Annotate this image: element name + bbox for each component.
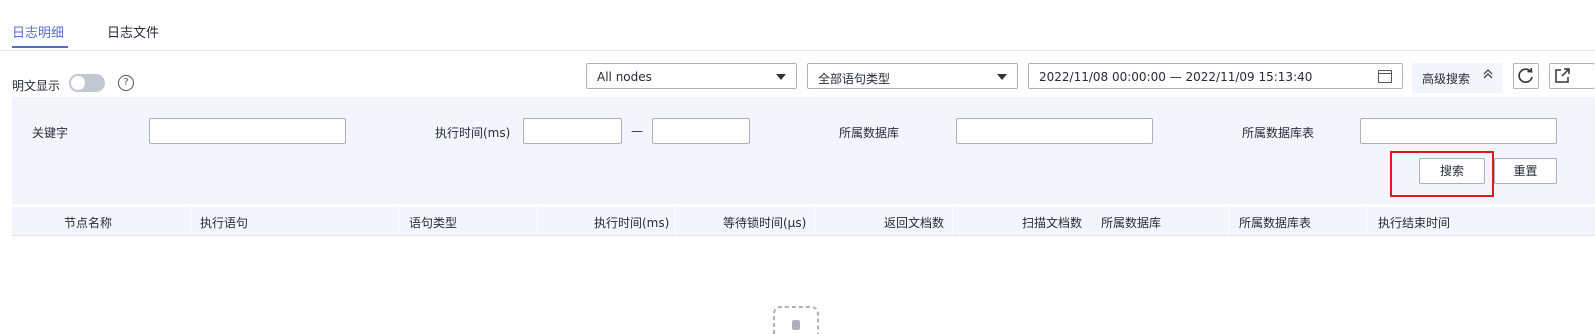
col-statement[interactable]: 执行语句	[200, 214, 248, 231]
reset-button[interactable]: 重置	[1494, 158, 1557, 184]
col-scanned-docs[interactable]: 扫描文档数	[1022, 214, 1082, 231]
column-separator	[814, 207, 815, 235]
keyword-label: 关键字	[32, 126, 69, 140]
column-separator	[398, 207, 399, 235]
column-separator	[537, 207, 538, 235]
time-range-picker[interactable]: 2022/11/08 00:00:00 — 2022/11/09 15:13:4…	[1028, 63, 1403, 89]
col-returned-docs[interactable]: 返回文档数	[884, 214, 944, 231]
chevron-up-icon	[1482, 68, 1494, 81]
statement-type-value: 全部语句类型	[818, 72, 891, 86]
keyword-input[interactable]	[149, 118, 346, 144]
tab-log-details[interactable]: 日志明细	[12, 22, 64, 41]
search-highlight-box	[1390, 151, 1494, 197]
advanced-search-panel	[12, 97, 1595, 204]
database-label: 所属数据库	[839, 126, 900, 140]
column-separator	[1228, 207, 1229, 235]
col-exec-time[interactable]: 执行时间(ms)	[594, 214, 669, 231]
advanced-search-toggle[interactable]: 高级搜索	[1412, 63, 1502, 93]
column-separator	[952, 207, 953, 235]
toggle-knob	[71, 76, 85, 90]
column-separator	[190, 207, 191, 235]
tab-divider	[0, 50, 1595, 51]
col-node-name[interactable]: 节点名称	[64, 214, 112, 231]
refresh-button[interactable]	[1513, 63, 1539, 89]
database-input[interactable]	[956, 118, 1153, 144]
table-label: 所属数据库表	[1242, 126, 1315, 140]
calendar-icon	[1378, 70, 1392, 83]
col-database[interactable]: 所属数据库	[1101, 214, 1161, 231]
exec-time-label: 执行时间(ms)	[435, 126, 511, 140]
empty-state-icon	[773, 306, 819, 334]
caret-down-icon	[776, 74, 786, 80]
column-separator	[675, 207, 676, 235]
col-lock-wait-time[interactable]: 等待锁时间(μs)	[723, 214, 806, 231]
tab-log-files[interactable]: 日志文件	[107, 22, 159, 41]
table-header: 节点名称 执行语句 语句类型 执行时间(ms) 等待锁时间(μs) 返回文档数 …	[12, 207, 1595, 236]
exec-time-max-input[interactable]	[652, 118, 750, 144]
plaintext-toggle[interactable]	[69, 74, 105, 92]
table-input[interactable]	[1360, 118, 1557, 144]
caret-down-icon	[997, 74, 1007, 80]
col-table[interactable]: 所属数据库表	[1239, 214, 1311, 231]
col-statement-type[interactable]: 语句类型	[409, 214, 457, 231]
active-tab-indicator	[12, 46, 68, 48]
exec-time-min-input[interactable]	[523, 118, 622, 144]
refresh-icon	[1518, 67, 1533, 83]
node-select-value: All nodes	[597, 70, 652, 84]
export-icon	[1555, 68, 1570, 83]
statement-type-select[interactable]: 全部语句类型	[807, 63, 1018, 89]
help-icon[interactable]: ?	[118, 75, 134, 91]
advanced-search-label: 高级搜索	[1422, 72, 1471, 86]
range-separator: —	[631, 124, 643, 138]
plaintext-label: 明文显示	[12, 79, 61, 93]
time-range-value: 2022/11/08 00:00:00 — 2022/11/09 15:13:4…	[1039, 70, 1313, 84]
col-end-time[interactable]: 执行结束时间	[1378, 214, 1450, 231]
export-button[interactable]	[1549, 63, 1595, 89]
column-separator	[1366, 207, 1367, 235]
node-select[interactable]: All nodes	[586, 63, 797, 89]
